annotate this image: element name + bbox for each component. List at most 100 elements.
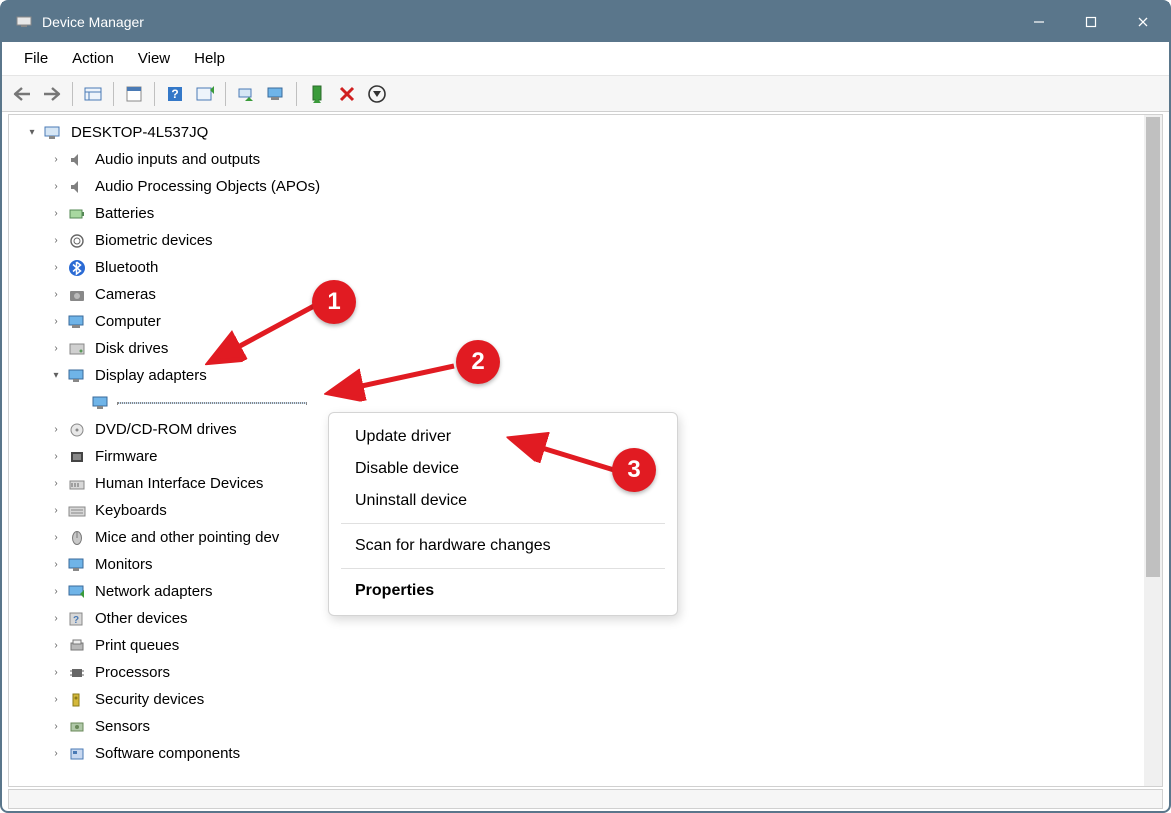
disable-device-button[interactable]: [333, 80, 361, 108]
chevron-icon[interactable]: ›: [49, 612, 63, 626]
annotation-badge-2: 2: [456, 340, 500, 384]
tree-node-label: Firmware: [93, 448, 160, 465]
chevron-icon[interactable]: ›: [49, 288, 63, 302]
chevron-icon[interactable]: ›: [49, 180, 63, 194]
tree-node-label: Other devices: [93, 610, 190, 627]
tree-node-label: Display adapters: [93, 367, 209, 384]
chevron-icon[interactable]: ›: [49, 666, 63, 680]
camera-icon: [67, 285, 87, 305]
annotation-arrow-2: [322, 362, 462, 402]
add-legacy-button[interactable]: [262, 80, 290, 108]
tree-category-node[interactable]: › Security devices: [17, 686, 1162, 713]
tree-category-node[interactable]: ›Biometric devices: [17, 227, 1162, 254]
annotation-arrow-1: [202, 302, 322, 372]
printer-icon: [67, 636, 87, 656]
chevron-icon[interactable]: ›: [49, 747, 63, 761]
tree-node-label: Human Interface Devices: [93, 475, 265, 492]
tree-node-label: Sensors: [93, 718, 152, 735]
toolbar-separator: [113, 82, 114, 106]
menu-action[interactable]: Action: [60, 46, 126, 71]
tree-category-node[interactable]: › Software components: [17, 740, 1162, 767]
network-icon: [67, 582, 87, 602]
close-button[interactable]: [1117, 2, 1169, 42]
chevron-icon[interactable]: ›: [49, 234, 63, 248]
minimize-button[interactable]: [1013, 2, 1065, 42]
chevron-down-icon[interactable]: ▾: [25, 126, 39, 140]
battery-icon: [67, 204, 87, 224]
tree-node-label: Audio Processing Objects (APOs): [93, 178, 322, 195]
tree-node-label: Cameras: [93, 286, 158, 303]
uninstall-device-button[interactable]: [363, 80, 391, 108]
menu-file[interactable]: File: [12, 46, 60, 71]
menubar: File Action View Help: [2, 42, 1169, 76]
tree-category-node[interactable]: ›Print queues: [17, 632, 1162, 659]
statusbar: [8, 789, 1163, 809]
tree-node-label: Bluetooth: [93, 259, 160, 276]
maximize-button[interactable]: [1065, 2, 1117, 42]
tree-category-node[interactable]: › Processors: [17, 659, 1162, 686]
forward-button[interactable]: [38, 80, 66, 108]
tree-category-node[interactable]: › Cameras: [17, 281, 1162, 308]
show-hidden-button[interactable]: [79, 80, 107, 108]
tree-root-node[interactable]: ▾DESKTOP-4L537JQ: [17, 119, 1162, 146]
tree-node-label: Processors: [93, 664, 172, 681]
biometric-icon: [67, 231, 87, 251]
context-menu-separator: [341, 568, 665, 569]
tree-node-label: Monitors: [93, 556, 155, 573]
hid-icon: [67, 474, 87, 494]
toolbar-separator: [72, 82, 73, 106]
menu-view[interactable]: View: [126, 46, 182, 71]
chevron-icon[interactable]: ›: [49, 720, 63, 734]
tree-category-node[interactable]: ›Disk drives: [17, 335, 1162, 362]
tree-category-node[interactable]: › Bluetooth: [17, 254, 1162, 281]
chevron-icon[interactable]: ›: [49, 315, 63, 329]
menu-help[interactable]: Help: [182, 46, 237, 71]
tree-category-node[interactable]: ▾ Display adapters: [17, 362, 1162, 389]
chevron-icon[interactable]: ›: [49, 261, 63, 275]
tree-category-node[interactable]: › Batteries: [17, 200, 1162, 227]
help-button[interactable]: ?: [161, 80, 189, 108]
context-menu-item[interactable]: Scan for hardware changes: [329, 530, 677, 562]
chevron-icon[interactable]: ›: [49, 639, 63, 653]
chevron-icon[interactable]: ›: [49, 693, 63, 707]
tree-node-label: Batteries: [93, 205, 156, 222]
enable-device-button[interactable]: [303, 80, 331, 108]
tree-category-node[interactable]: ›Computer: [17, 308, 1162, 335]
sensor-icon: [67, 717, 87, 737]
disk-icon: [67, 339, 87, 359]
tree-category-node[interactable]: ›Audio inputs and outputs: [17, 146, 1162, 173]
scrollbar[interactable]: [1144, 115, 1162, 786]
monitor-icon: [67, 555, 87, 575]
tree-node-label: Software components: [93, 745, 242, 762]
annotation-badge-3: 3: [612, 448, 656, 492]
app-icon: [16, 14, 32, 30]
context-menu-item[interactable]: Properties: [329, 575, 677, 607]
tree-node-label: DVD/CD-ROM drives: [93, 421, 239, 438]
properties-button[interactable]: [120, 80, 148, 108]
chevron-icon[interactable]: ›: [49, 477, 63, 491]
update-button[interactable]: [191, 80, 219, 108]
tree-node-label: Keyboards: [93, 502, 169, 519]
audio-icon: [67, 177, 87, 197]
chevron-icon[interactable]: ›: [49, 153, 63, 167]
tree-node-label: Security devices: [93, 691, 206, 708]
mouse-icon: [67, 528, 87, 548]
toolbar-separator: [296, 82, 297, 106]
scan-hardware-button[interactable]: [232, 80, 260, 108]
chevron-icon[interactable]: ›: [49, 450, 63, 464]
chevron-icon[interactable]: ▾: [49, 369, 63, 383]
chevron-icon[interactable]: ›: [49, 585, 63, 599]
chevron-icon[interactable]: ›: [49, 531, 63, 545]
tree-category-node[interactable]: › Sensors: [17, 713, 1162, 740]
cpu-icon: [67, 663, 87, 683]
chevron-icon[interactable]: ›: [49, 504, 63, 518]
chevron-icon[interactable]: ›: [49, 423, 63, 437]
tree-category-node[interactable]: › Audio Processing Objects (APOs): [17, 173, 1162, 200]
toolbar: ?: [2, 76, 1169, 112]
chevron-icon[interactable]: ›: [49, 558, 63, 572]
back-button[interactable]: [8, 80, 36, 108]
display-icon: [67, 366, 87, 386]
tree-node-label: Mice and other pointing dev: [93, 529, 281, 546]
chevron-icon[interactable]: ›: [49, 342, 63, 356]
chevron-icon[interactable]: ›: [49, 207, 63, 221]
